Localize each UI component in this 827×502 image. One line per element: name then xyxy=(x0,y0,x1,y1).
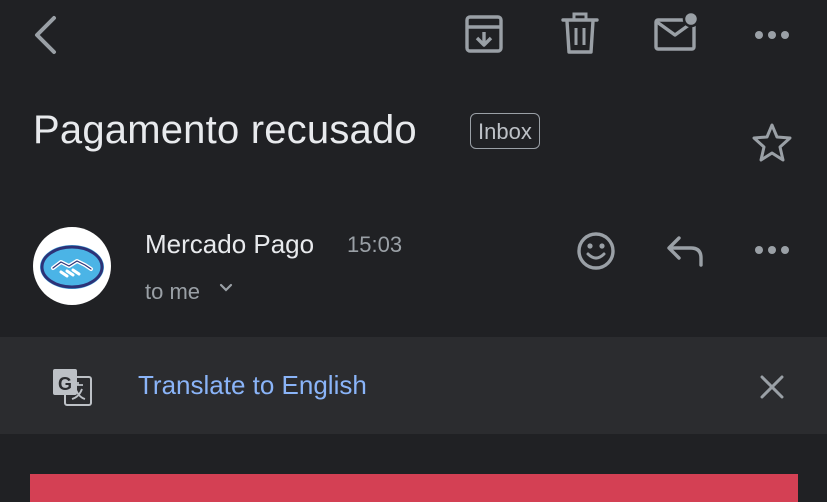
mercado-pago-logo xyxy=(40,245,104,289)
mark-unread-icon[interactable] xyxy=(654,12,700,52)
top-toolbar xyxy=(0,0,827,75)
archive-icon[interactable] xyxy=(464,14,504,54)
sender-name[interactable]: Mercado Pago xyxy=(145,229,314,260)
email-subject: Pagamento recusado xyxy=(33,108,417,152)
close-icon[interactable] xyxy=(759,374,785,400)
emoji-react-icon[interactable] xyxy=(576,231,616,271)
sender-avatar[interactable] xyxy=(33,227,111,305)
reply-icon[interactable] xyxy=(665,234,705,268)
svg-text:G: G xyxy=(58,374,72,394)
translate-bar: G Translate to English xyxy=(0,337,827,434)
email-body-banner xyxy=(30,474,798,502)
translate-icon: G xyxy=(51,367,93,407)
translate-link[interactable]: Translate to English xyxy=(138,370,367,401)
more-options-icon[interactable] xyxy=(754,28,790,42)
chevron-down-icon[interactable] xyxy=(219,283,233,293)
trash-icon[interactable] xyxy=(561,12,599,54)
sender-row: Mercado Pago 15:03 to me xyxy=(0,215,827,315)
inbox-label-badge[interactable]: Inbox xyxy=(470,113,540,149)
message-more-icon[interactable] xyxy=(754,243,790,257)
subject-row: Pagamento recusado Inbox xyxy=(0,100,827,170)
message-time: 15:03 xyxy=(347,232,403,257)
back-arrow-icon[interactable] xyxy=(30,14,60,56)
recipient-details[interactable]: to me xyxy=(145,279,200,305)
star-icon[interactable] xyxy=(751,122,793,162)
